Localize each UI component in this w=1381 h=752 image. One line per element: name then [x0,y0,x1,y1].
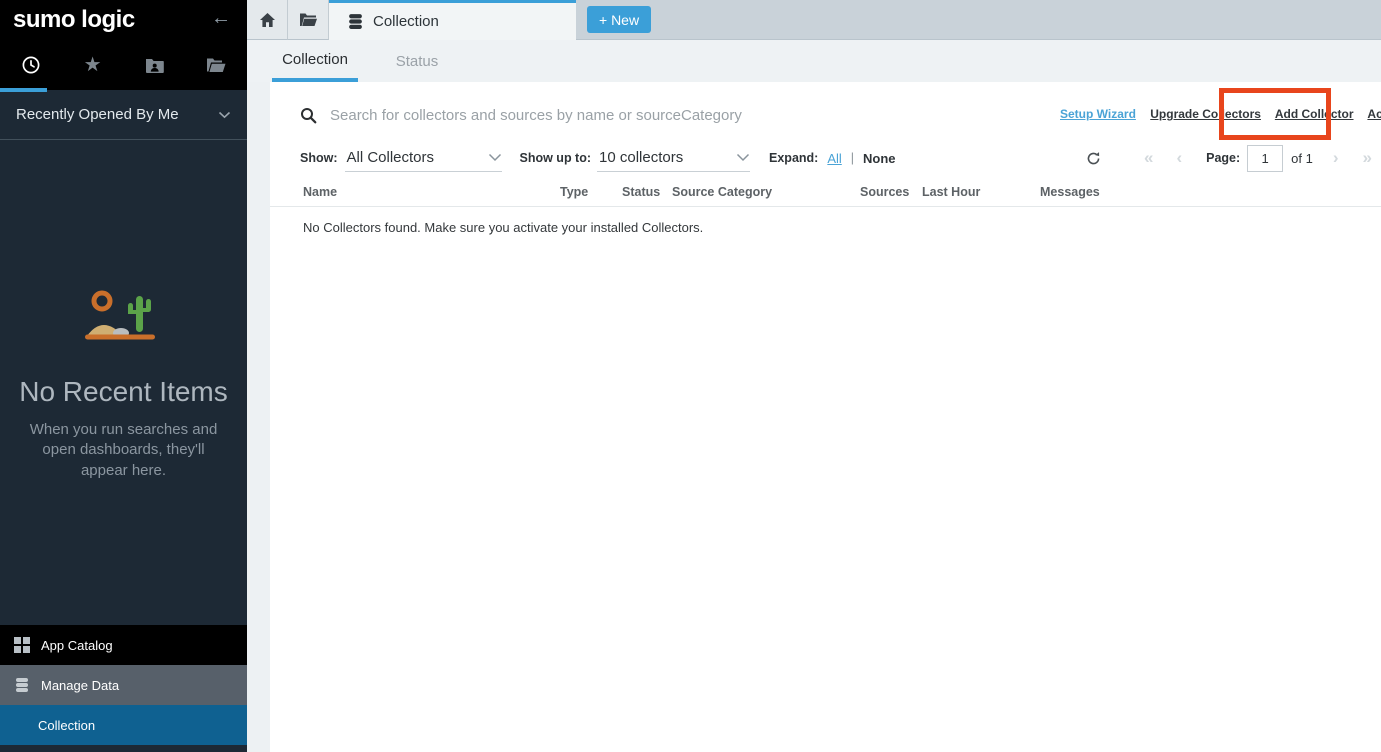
empty-state-description: When you run searches and open dashboard… [0,420,247,481]
personal-folder-icon [145,57,164,74]
column-header-status: Status [622,185,660,199]
browser-tab-strip: Collection + New [247,0,1381,40]
home-icon [259,12,276,28]
search-bar [300,100,950,130]
page-number-input[interactable] [1247,145,1283,172]
search-input[interactable] [330,107,950,124]
show-label: Show: [300,151,338,165]
open-folder-icon [206,57,226,73]
page-label: Page: [1206,151,1240,165]
tab-strip-filler: + New [576,0,1381,40]
show-filter-value: All Collectors [345,149,488,166]
sidebar-header: sumo logic ← ★ [0,0,247,90]
tab-collection[interactable]: Collection [272,40,358,82]
limit-label: Show up to: [520,151,592,165]
database-icon [14,677,30,693]
limit-dropdown[interactable]: 10 collectors [597,145,750,172]
search-icon [300,107,317,124]
first-page-icon[interactable]: « [1144,148,1153,168]
recent-scope-label: Recently Opened By Me [16,106,218,123]
next-page-icon[interactable]: › [1333,148,1339,168]
chevron-down-icon [736,153,750,162]
chevron-down-icon [218,111,231,119]
star-icon: ★ [84,55,102,75]
refresh-icon[interactable] [1086,151,1101,166]
sumo-logic-logo: sumo logic [13,6,135,34]
page-tabs: Collection Status [247,40,1381,82]
sidebar-tab-icons: ★ [0,48,247,82]
column-header-type: Type [560,185,588,199]
quick-links: Setup Wizard Upgrade Collectors Add Coll… [1060,107,1381,121]
column-header-last-hour: Last Hour [922,185,980,199]
collection-tab-label: Collection [373,13,439,30]
app-catalog-label: App Catalog [41,638,113,653]
setup-wizard-link[interactable]: Setup Wizard [1060,107,1136,121]
collectors-table-header: Name Type Status Source Category Sources… [270,181,1381,207]
sidebar-item-manage-data[interactable]: Manage Data [0,665,247,705]
column-header-source-category: Source Category [672,185,772,199]
add-collector-link[interactable]: Add Collector [1275,107,1354,121]
collection-panel: Setup Wizard Upgrade Collectors Add Coll… [270,82,1381,752]
collapse-sidebar-icon[interactable]: ← [211,7,231,30]
no-collectors-message: No Collectors found. Make sure you activ… [303,220,703,235]
empty-state-title: No Recent Items [0,376,247,408]
main-area: Collection + New Collection Status Setup… [247,0,1381,752]
expand-separator: | [851,151,854,165]
new-tab-button[interactable]: + New [587,6,651,33]
sidebar-tab-library[interactable] [185,48,247,82]
sidebar-bottom-menu: App Catalog Manage Data Collection [0,625,247,745]
expand-all-link[interactable]: All [827,151,841,166]
app-grid-icon [14,637,30,653]
expand-label: Expand: [769,151,818,165]
limit-value: 10 collectors [597,149,736,166]
last-page-icon[interactable]: » [1363,148,1372,168]
sidebar-item-app-catalog[interactable]: App Catalog [0,625,247,665]
column-header-sources: Sources [860,185,909,199]
manage-data-label: Manage Data [41,678,119,693]
column-header-messages: Messages [1040,185,1100,199]
show-filter-dropdown[interactable]: All Collectors [345,145,502,172]
active-tab-indicator [0,88,47,92]
collection-page-tab[interactable]: Collection [329,0,576,40]
sidebar-tab-recents[interactable] [0,48,62,82]
page-total: of 1 [1291,151,1313,166]
folder-icon [299,12,317,27]
sidebar-tab-personal[interactable] [124,48,186,82]
database-icon [347,13,364,30]
home-button[interactable] [247,0,288,40]
collection-label: Collection [38,718,95,733]
sidebar-empty-state: No Recent Items When you run searches an… [0,288,247,481]
column-header-name: Name [303,185,337,199]
clock-icon [21,55,41,75]
access-keys-link[interactable]: Access Keys [1367,107,1381,121]
sidebar: sumo logic ← ★ Rece [0,0,247,752]
sidebar-tab-favorites[interactable]: ★ [62,48,124,82]
pagination: « ‹ Page: of 1 › » [1086,142,1372,174]
prev-page-icon[interactable]: ‹ [1176,148,1182,168]
desert-illustration [0,288,247,350]
tab-status[interactable]: Status [387,40,447,82]
folders-button[interactable] [288,0,329,40]
sidebar-item-collection[interactable]: Collection [0,705,247,745]
upgrade-collectors-link[interactable]: Upgrade Collectors [1150,107,1261,121]
chevron-down-icon [488,153,502,162]
expand-none-link[interactable]: None [863,151,896,166]
recent-scope-dropdown[interactable]: Recently Opened By Me [0,90,247,140]
